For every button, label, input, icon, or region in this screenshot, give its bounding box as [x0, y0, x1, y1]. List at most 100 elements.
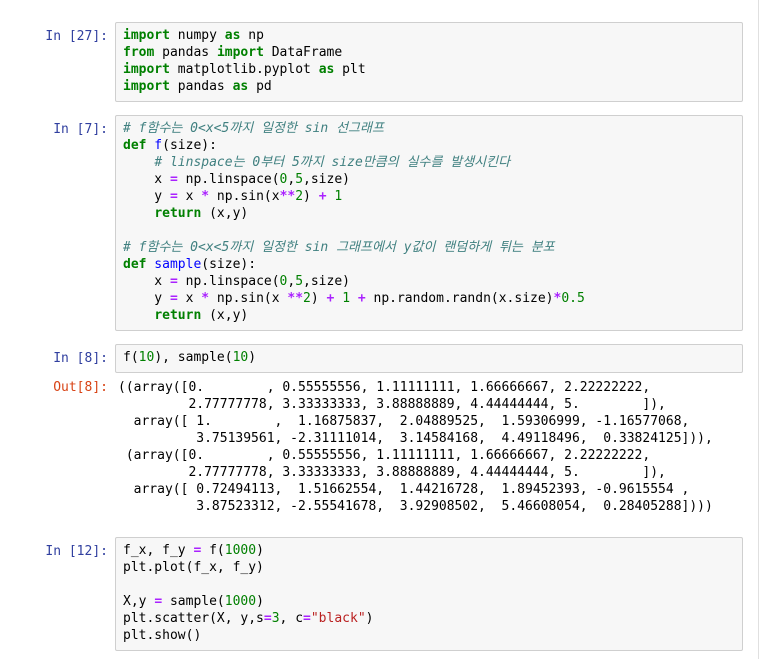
code-line: import numpy as np — [123, 27, 735, 44]
code-token: = — [169, 274, 178, 289]
code-token: np.random.randn(x.size) — [365, 291, 554, 306]
code-token: 1000 — [224, 543, 257, 558]
code-token: 5 — [295, 172, 304, 187]
code-token: plt — [334, 62, 366, 77]
code-token: f( — [201, 543, 225, 558]
code-line: # linspace는 0부터 5까지 size만큼의 실수를 발생시킨다 — [123, 154, 735, 171]
input-prompt: In [7]: — [53, 122, 108, 137]
code-token: 1 — [342, 291, 351, 306]
code-token: f( — [123, 350, 139, 365]
code-token: 1000 — [224, 594, 257, 609]
code-token: (size): — [162, 138, 217, 153]
code-token: np.linspace( — [177, 274, 280, 289]
code-token: = — [303, 611, 311, 626]
output-line: ((array([0. , 0.55555556, 1.11111111, 1.… — [118, 380, 651, 395]
code-line: x = np.linspace(0,5,size) — [123, 273, 735, 290]
output-line: 3.87523312, -2.55541678, 3.92908502, 5.4… — [118, 499, 713, 514]
code-token: as — [232, 79, 249, 94]
code-cell-plot[interactable]: In [12]: f_x, f_y = f(1000) plt.plot(f_x,… — [0, 537, 745, 652]
code-token: ) — [303, 189, 319, 204]
code-token: plt.scatter(X, y,s — [123, 611, 264, 626]
code-line: X,y = sample(1000) — [123, 593, 735, 610]
code-token: import — [216, 45, 264, 60]
code-line: # f함수는 0<x<5까지 일정한 sin 그래프에서 y값이 랜덤하게 튀는… — [123, 239, 735, 256]
code-line: f(10), sample(10) — [123, 349, 735, 366]
code-line: # f함수는 0<x<5까지 일정한 sin 선그래프 — [123, 120, 735, 137]
code-token: # linspace는 0부터 5까지 size만큼의 실수를 발생시킨다 — [154, 155, 511, 170]
code-token: x — [123, 172, 170, 187]
code-token: pandas — [154, 45, 217, 60]
code-token: * — [201, 189, 210, 204]
code-token: ) — [310, 291, 327, 306]
code-token: ) — [256, 543, 264, 558]
code-token: as — [224, 28, 241, 43]
code-token: ) — [248, 350, 257, 365]
code-token: np.sin(x — [209, 189, 280, 204]
code-token: def — [123, 138, 147, 153]
code-token: (size): — [201, 257, 257, 272]
code-line: return (x,y) — [123, 307, 735, 324]
code-token: + — [318, 189, 327, 204]
output-line: array([ 1. , 1.16875837, 2.04889525, 1.5… — [118, 414, 690, 429]
code-token: plt.show() — [123, 628, 202, 643]
code-line: def sample(size): — [123, 256, 735, 273]
code-line: import pandas as pd — [123, 78, 735, 95]
code-token: ) — [365, 611, 374, 626]
code-token: np.linspace( — [177, 172, 280, 187]
output-line: (array([0. , 0.55555556, 1.11111111, 1.6… — [118, 448, 651, 463]
code-line: def f(size): — [123, 137, 735, 154]
output-prompt: Out[8]: — [53, 380, 108, 395]
code-input-area[interactable]: # f함수는 0<x<5까지 일정한 sin 선그래프 def f(size): … — [115, 115, 743, 331]
code-line: return (x,y) — [123, 205, 735, 222]
code-token: (x,y) — [201, 308, 249, 323]
output-line: 3.75139561, -2.31111014, 3.14584168, 4.4… — [118, 431, 713, 446]
code-cell-functions[interactable]: In [7]: # f함수는 0<x<5까지 일정한 sin 선그래프 def f… — [0, 115, 745, 333]
code-token: def — [123, 257, 147, 272]
code-token: x — [177, 291, 202, 306]
output-line: 2.77777778, 3.33333333, 3.88888889, 4.44… — [118, 465, 666, 480]
code-token: = — [263, 611, 272, 626]
cell-output: ((array([0. , 0.55555556, 1.11111111, 1.… — [118, 379, 746, 515]
code-token: np.sin(x — [209, 291, 288, 306]
code-token: import — [123, 62, 170, 77]
code-input-area[interactable]: f(10), sample(10) — [115, 344, 743, 373]
code-token: * — [201, 291, 210, 306]
code-token: sample( — [162, 594, 225, 609]
code-token: = — [154, 594, 163, 609]
code-token: 5 — [295, 274, 304, 289]
code-token: 0.5 — [561, 291, 585, 306]
code-token: = — [169, 291, 178, 306]
code-token: matplotlib.pyplot — [169, 62, 319, 77]
code-token: import — [123, 79, 170, 94]
code-input-area[interactable]: f_x, f_y = f(1000) plt.plot(f_x, f_y) X,y … — [115, 537, 743, 651]
code-token: 2 — [303, 291, 311, 306]
code-token: 3 — [271, 611, 280, 626]
code-cell-call[interactable]: In [8]: f(10), sample(10) Out[8]: ((arra… — [0, 344, 745, 524]
code-token: y — [123, 189, 170, 204]
output-line: array([ 0.72494113, 1.51662554, 1.442167… — [118, 482, 690, 497]
code-line: import matplotlib.pyplot as plt — [123, 61, 735, 78]
code-token: DataFrame — [263, 45, 343, 60]
code-cell-imports[interactable]: In [27]: import numpy as np from pandas i… — [0, 22, 745, 104]
input-prompt: In [8]: — [53, 351, 108, 366]
code-token: = — [169, 172, 178, 187]
code-token: ,size) — [303, 172, 350, 187]
input-prompt: In [27]: — [45, 29, 108, 44]
code-token: ** — [287, 291, 304, 306]
code-line: from pandas import DataFrame — [123, 44, 735, 61]
code-token: f — [146, 138, 163, 153]
code-token: numpy — [169, 28, 225, 43]
code-token: from — [123, 45, 155, 60]
code-input-area[interactable]: import numpy as np from pandas import Dat… — [115, 22, 743, 102]
code-token: (x,y) — [201, 206, 249, 221]
code-token: 10 — [232, 350, 249, 365]
code-line: y = x * np.sin(x **2) + 1 + np.random.ra… — [123, 290, 735, 307]
code-token: return — [154, 206, 202, 221]
code-token: import — [123, 28, 170, 43]
code-line: plt.plot(f_x, f_y) — [123, 559, 735, 576]
